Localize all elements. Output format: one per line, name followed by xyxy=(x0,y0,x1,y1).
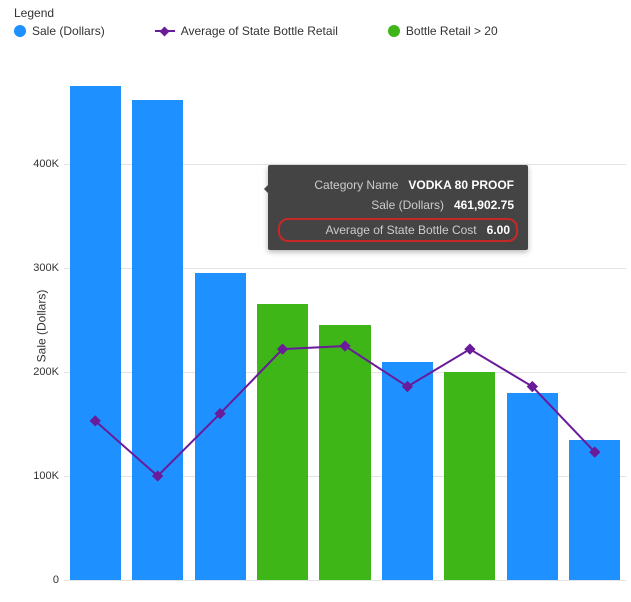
y-tick-label: 200K xyxy=(13,366,59,378)
legend: Legend Sale (Dollars) Average of State B… xyxy=(0,0,631,40)
legend-item-avg-retail[interactable]: Average of State Bottle Retail xyxy=(155,24,338,38)
legend-items: Sale (Dollars) Average of State Bottle R… xyxy=(14,24,621,38)
tooltip-label: Sale (Dollars) xyxy=(371,195,444,215)
line-icon xyxy=(155,30,175,32)
y-axis-label: Sale (Dollars) xyxy=(34,290,48,363)
circle-icon xyxy=(388,25,400,37)
grid-line xyxy=(64,580,626,581)
tooltip-label: Average of State Bottle Cost xyxy=(325,220,476,240)
circle-icon xyxy=(14,25,26,37)
tooltip-value: 6.00 xyxy=(487,220,510,240)
y-tick-label: 400K xyxy=(13,158,59,170)
plot-area[interactable] xyxy=(64,60,626,580)
legend-title: Legend xyxy=(14,6,621,20)
tooltip-label: Category Name xyxy=(314,175,398,195)
chart: Sale (Dollars) 0 100K 200K 300K 400K Categor… xyxy=(0,50,631,602)
legend-label: Sale (Dollars) xyxy=(32,24,105,38)
legend-item-sale[interactable]: Sale (Dollars) xyxy=(14,24,105,38)
line-marker[interactable] xyxy=(339,340,350,351)
line-marker[interactable] xyxy=(402,381,413,392)
tooltip-value: 461,902.75 xyxy=(454,195,514,215)
y-tick-label: 100K xyxy=(13,470,59,482)
legend-item-retail-gt20[interactable]: Bottle Retail > 20 xyxy=(388,24,498,38)
tooltip-value: VODKA 80 PROOF xyxy=(408,175,514,195)
legend-label: Average of State Bottle Retail xyxy=(181,24,338,38)
line-path xyxy=(95,346,595,476)
y-tick-label: 300K xyxy=(13,262,59,274)
legend-label: Bottle Retail > 20 xyxy=(406,24,498,38)
tooltip: Category Name VODKA 80 PROOF Sale (Dolla… xyxy=(268,165,528,250)
tooltip-highlight-row: Average of State Bottle Cost 6.00 xyxy=(278,218,518,242)
y-tick-label: 0 xyxy=(13,574,59,586)
line-series xyxy=(64,60,626,580)
line-marker[interactable] xyxy=(464,343,475,354)
